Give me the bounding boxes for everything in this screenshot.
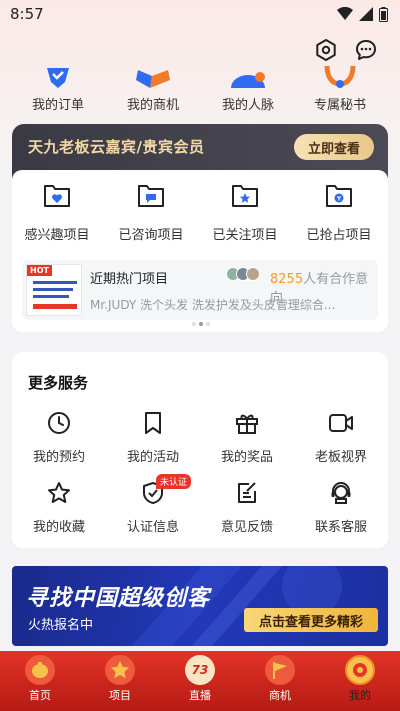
- quick-link-label: 我的商机: [126, 98, 179, 113]
- profile-coin-icon: [345, 655, 375, 685]
- tab-label: 我的: [349, 689, 371, 702]
- more-services-card: 更多服务 我的预约 我的活动 我的奖品 老板视界 我的收藏 未认证 认证信息 意…: [12, 352, 388, 548]
- tab-label: 直播: [189, 689, 211, 702]
- quick-link-contacts[interactable]: 我的人脉: [208, 66, 288, 113]
- hot-project-banner[interactable]: HOT 近期热门项目 8255人有合作意向 Mr.JUDY 洗个头发 洗发护发及…: [22, 260, 378, 320]
- quick-link-secretary[interactable]: 专属秘书: [300, 66, 380, 113]
- project-consulted[interactable]: 已咨询项目: [106, 182, 196, 243]
- quick-link-orders[interactable]: 我的订单: [18, 66, 98, 113]
- service-label: 我的预约: [32, 450, 85, 465]
- project-label: 已关注项目: [212, 228, 278, 243]
- hot-tag: HOT: [27, 265, 52, 276]
- chat-bubble-icon: [356, 40, 376, 60]
- carousel-dots: [192, 322, 210, 326]
- folder-heart-icon: [12, 182, 102, 212]
- quick-links: 我的订单 我的商机 我的人脉 专属秘书: [0, 66, 400, 116]
- folder-chat-icon: [106, 182, 196, 212]
- promo-subtitle: 火热报名中: [28, 618, 94, 633]
- hot-project-thumbnail: HOT: [26, 264, 82, 316]
- service-label: 意见反馈: [220, 520, 273, 535]
- hot-project-title: 近期热门项目: [90, 272, 169, 287]
- message-button[interactable]: [352, 36, 380, 64]
- quick-link-label: 我的订单: [31, 98, 84, 113]
- live-icon-text: 73: [191, 663, 209, 677]
- headset-icon: [294, 480, 388, 506]
- vip-title: 天九老板云嘉宾/贵宾会员: [28, 138, 205, 156]
- status-bar: 8:57: [0, 0, 400, 28]
- carousel-dot-active: [199, 322, 203, 326]
- flag-icon: [265, 655, 295, 685]
- status-icons: [337, 6, 388, 22]
- tab-label: 项目: [109, 689, 131, 702]
- bookmark-icon: [106, 410, 200, 436]
- service-label: 我的收藏: [32, 520, 85, 535]
- star-icon: [12, 480, 106, 506]
- carousel-dot: [206, 322, 210, 326]
- feedback-icon: [200, 480, 294, 506]
- tab-home[interactable]: 首页: [0, 655, 80, 703]
- unverified-badge: 未认证: [156, 474, 192, 489]
- service-appointments[interactable]: 我的预约: [12, 410, 106, 465]
- project-followed[interactable]: 已关注项目: [200, 182, 290, 243]
- service-label: 老板视界: [314, 450, 367, 465]
- video-camera-icon: [294, 410, 388, 436]
- tab-projects[interactable]: 项目: [80, 655, 160, 703]
- top-actions: [312, 36, 380, 64]
- project-interested[interactable]: 感兴趣项目: [12, 182, 102, 243]
- service-certification[interactable]: 未认证 认证信息: [106, 474, 200, 535]
- service-favorites[interactable]: 我的收藏: [12, 480, 106, 535]
- gear-icon: [316, 39, 336, 61]
- avatar: [246, 267, 260, 281]
- carousel-dot: [192, 322, 196, 326]
- project-star-icon: [105, 655, 135, 685]
- clock-icon: [12, 410, 106, 436]
- projects-card: 感兴趣项目 已咨询项目 已关注项目 已抢占项目 HOT 近期热门项目 8255人…: [12, 170, 388, 332]
- tab-label: 首页: [29, 689, 51, 702]
- battery-icon: [379, 6, 388, 22]
- opportunity-icon: [113, 66, 193, 88]
- folder-money-icon: [294, 182, 384, 212]
- bottom-tab-bar: 首页 项目 73 直播 商机 我的: [0, 651, 400, 711]
- status-time: 8:57: [10, 5, 44, 23]
- tab-label: 商机: [269, 689, 291, 702]
- tab-live[interactable]: 73 直播: [160, 655, 240, 703]
- service-customer-support[interactable]: 联系客服: [294, 480, 388, 535]
- service-feedback[interactable]: 意见反馈: [200, 480, 294, 535]
- contacts-icon: [208, 66, 288, 88]
- vip-view-button[interactable]: 立即查看: [294, 134, 374, 160]
- service-boss-vision[interactable]: 老板视界: [294, 410, 388, 465]
- home-lantern-icon: [25, 655, 55, 685]
- promo-more-button[interactable]: 点击查看更多精彩: [244, 608, 378, 632]
- settings-button[interactable]: [312, 36, 340, 64]
- tab-mine[interactable]: 我的: [320, 655, 400, 703]
- quick-link-label: 我的人脉: [221, 98, 274, 113]
- service-activities[interactable]: 我的活动: [106, 410, 200, 465]
- hot-count-number: 8255: [270, 272, 304, 287]
- service-label: 我的活动: [126, 450, 179, 465]
- project-claimed[interactable]: 已抢占项目: [294, 182, 384, 243]
- promo-title: 寻找中国超级创客: [26, 586, 211, 611]
- gift-icon: [200, 410, 294, 436]
- hot-avatars: [226, 267, 260, 281]
- service-prizes[interactable]: 我的奖品: [200, 410, 294, 465]
- service-label: 认证信息: [126, 520, 179, 535]
- folder-star-icon: [200, 182, 290, 212]
- quick-link-opportunities[interactable]: 我的商机: [113, 66, 193, 113]
- secretary-icon: [300, 66, 380, 88]
- order-icon: [18, 66, 98, 88]
- service-label: 联系客服: [314, 520, 367, 535]
- quick-link-label: 专属秘书: [313, 98, 366, 113]
- services-title: 更多服务: [28, 374, 89, 392]
- live-73-icon: 73: [185, 655, 215, 685]
- hot-project-description: Mr.JUDY 洗个头发 洗发护发及头皮管理综合...: [90, 298, 336, 312]
- service-label: 我的奖品: [220, 450, 273, 465]
- tab-opportunities[interactable]: 商机: [240, 655, 320, 703]
- project-label: 已咨询项目: [118, 228, 184, 243]
- promo-banner[interactable]: 寻找中国超级创客 火热报名中 点击查看更多精彩: [12, 566, 388, 646]
- project-label: 感兴趣项目: [24, 228, 90, 243]
- project-label: 已抢占项目: [306, 228, 372, 243]
- signal-icon: [359, 7, 373, 21]
- wifi-icon: [337, 7, 353, 20]
